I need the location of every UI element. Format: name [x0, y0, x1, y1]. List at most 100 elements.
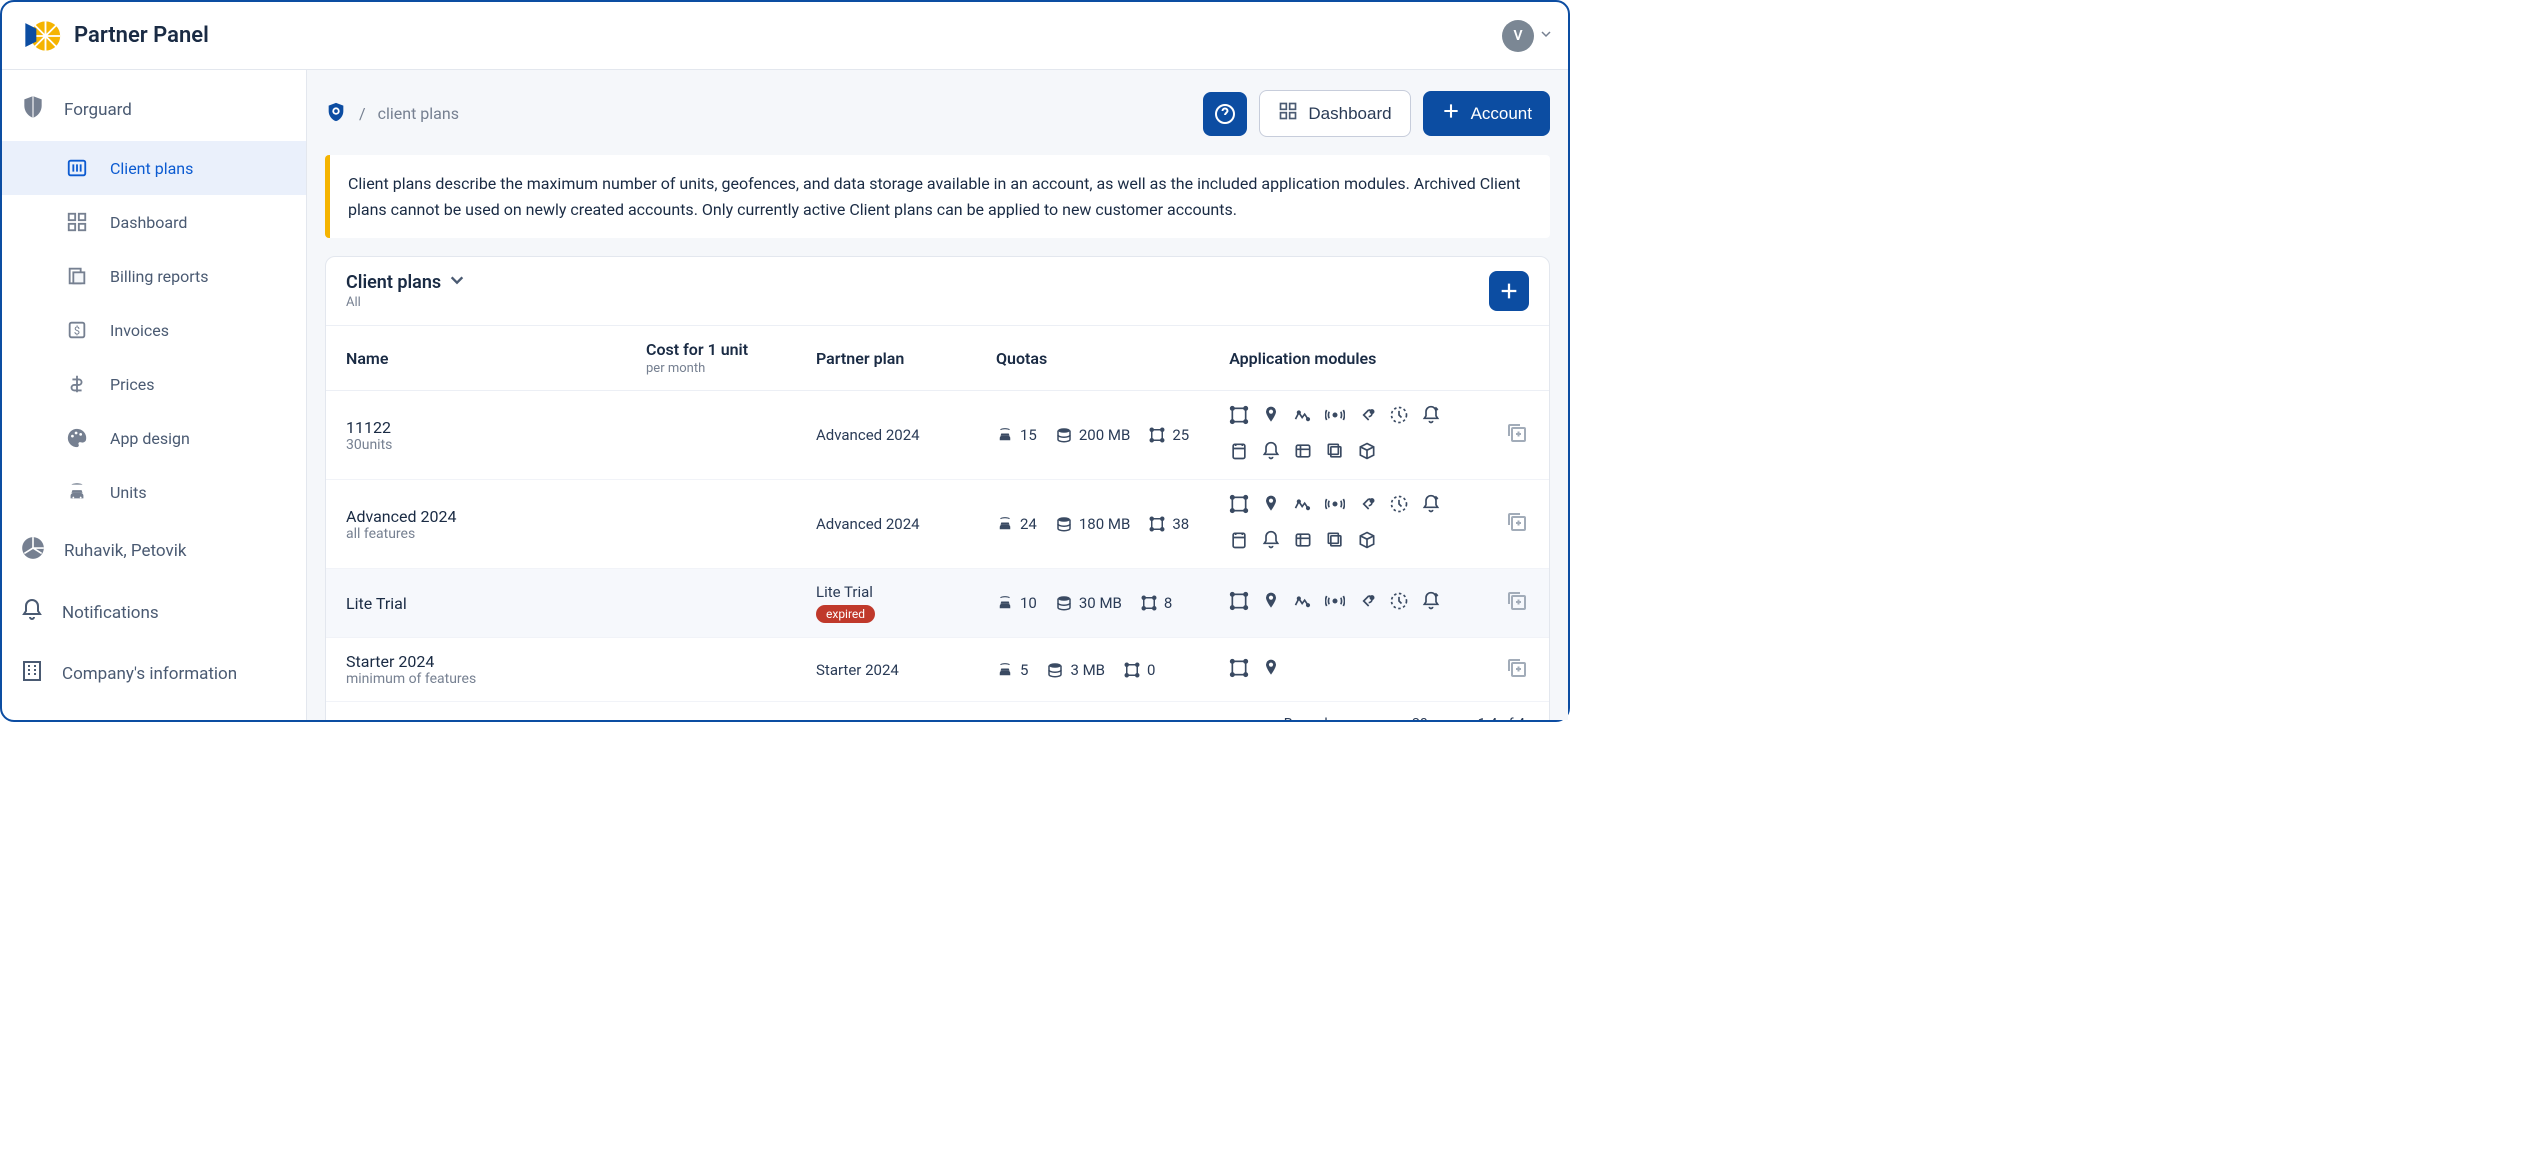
account-menu[interactable]: V — [1502, 20, 1552, 52]
sidebar-group-forguard[interactable]: Forguard — [2, 78, 306, 141]
module-icon — [1421, 405, 1441, 429]
dashboard-icon — [1278, 101, 1298, 126]
module-icon — [1357, 530, 1377, 554]
module-icon — [1229, 658, 1249, 682]
duplicate-button[interactable] — [1505, 520, 1529, 538]
row-name: Lite Trial — [346, 594, 606, 613]
module-icon — [1325, 530, 1345, 554]
module-icon — [1325, 441, 1345, 465]
dashboard-button[interactable]: Dashboard — [1259, 90, 1410, 137]
row-modules — [1209, 391, 1485, 480]
sidebar-item-notifications[interactable]: Notifications — [2, 582, 306, 643]
row-name: Starter 2024minimum of features — [346, 652, 606, 687]
add-plan-button[interactable] — [1489, 271, 1529, 311]
table-row[interactable]: Starter 2024minimum of featuresStarter 2… — [326, 638, 1549, 702]
table-footer: Records per page: 20 1-4 of 4 — [326, 702, 1549, 720]
expired-badge: expired — [816, 605, 875, 623]
module-icon — [1357, 591, 1377, 615]
card-title-block[interactable]: Client plans All — [346, 272, 465, 310]
module-icon — [1261, 658, 1281, 682]
duplicate-button[interactable] — [1505, 666, 1529, 684]
palette-icon — [64, 425, 90, 451]
module-icon — [1357, 494, 1377, 518]
client-plans-card: Client plans All Name Cost — [325, 256, 1550, 720]
quota-storage: 180 MB — [1055, 515, 1130, 533]
module-icon — [1357, 441, 1377, 465]
topbar: Partner Panel V — [2, 2, 1568, 70]
dropdown-icon — [1436, 718, 1448, 720]
row-quotas: 10 30 MB 8 — [976, 569, 1209, 638]
plus-icon — [1441, 101, 1461, 126]
quota-units: 10 — [996, 594, 1037, 612]
row-subtitle: minimum of features — [346, 671, 606, 687]
per-page-selector[interactable]: 20 — [1412, 716, 1448, 720]
col-cost: Cost for 1 unit per month — [626, 326, 796, 391]
breadcrumb-home-icon[interactable] — [325, 101, 347, 127]
quota-geofences: 25 — [1148, 426, 1189, 444]
module-icon — [1261, 441, 1281, 465]
breadcrumb: / client plans — [325, 101, 459, 127]
quota-units: 15 — [996, 426, 1037, 444]
sidebar-item-label: Prices — [110, 375, 155, 394]
sidebar-item-units[interactable]: Units — [2, 465, 306, 519]
quota-units: 5 — [996, 661, 1028, 679]
account-button[interactable]: Account — [1423, 91, 1550, 136]
info-banner: Client plans describe the maximum number… — [325, 155, 1550, 238]
module-icon — [1261, 494, 1281, 518]
dashboard-icon — [64, 209, 90, 235]
row-partner: Advanced 2024 — [796, 480, 976, 569]
shield-icon — [20, 94, 46, 125]
sidebar-item-client-plans[interactable]: Client plans — [2, 141, 306, 195]
sidebar-item-invoices[interactable]: $ Invoices — [2, 303, 306, 357]
main-content: / client plans Dashboard Account — [307, 70, 1568, 720]
sidebar: Forguard Client plans Dashboard Billing … — [2, 70, 307, 720]
module-icon — [1293, 494, 1313, 518]
sidebar-item-company[interactable]: Company's information — [2, 643, 306, 704]
row-partner: Lite Trialexpired — [796, 569, 976, 638]
quota-geofences: 8 — [1140, 594, 1172, 612]
module-icon — [1325, 591, 1345, 615]
row-modules — [1209, 480, 1485, 569]
module-icon — [1325, 405, 1345, 429]
table-row[interactable]: Advanced 2024all featuresAdvanced 2024 2… — [326, 480, 1549, 569]
row-cost — [626, 391, 796, 480]
per-page-label: Records per page: — [1284, 716, 1396, 720]
module-icon — [1293, 530, 1313, 554]
button-label: Dashboard — [1308, 104, 1391, 124]
quota-storage: 200 MB — [1055, 426, 1130, 444]
help-button[interactable] — [1203, 92, 1247, 136]
row-quotas: 5 3 MB 0 — [976, 638, 1209, 702]
table-row[interactable]: Lite Trial Lite Trialexpired 10 30 MB 8 — [326, 569, 1549, 638]
quota-geofences: 0 — [1123, 661, 1155, 679]
duplicate-button[interactable] — [1505, 431, 1529, 449]
sidebar-item-label: Units — [110, 483, 147, 502]
row-quotas: 24 180 MB 38 — [976, 480, 1209, 569]
module-icon — [1421, 591, 1441, 615]
row-modules — [1209, 638, 1485, 702]
module-icon — [1325, 494, 1345, 518]
avatar: V — [1502, 20, 1534, 52]
sidebar-group-label: Ruhavik, Petovik — [64, 541, 186, 561]
table-row[interactable]: 1112230unitsAdvanced 2024 15 200 MB 25 — [326, 391, 1549, 480]
sidebar-item-prices[interactable]: Prices — [2, 357, 306, 411]
breadcrumb-page: client plans — [378, 104, 459, 123]
sidebar-item-label: Company's information — [62, 664, 237, 684]
page-actions: Dashboard Account — [1203, 90, 1550, 137]
sidebar-item-dashboard[interactable]: Dashboard — [2, 195, 306, 249]
row-cost — [626, 569, 796, 638]
row-modules — [1209, 569, 1485, 638]
building-icon — [20, 659, 44, 688]
quota-geofences: 38 — [1148, 515, 1189, 533]
sidebar-item-label: App design — [110, 429, 190, 448]
sidebar-group-ruhavik[interactable]: Ruhavik, Petovik — [2, 519, 306, 582]
prices-icon — [64, 371, 90, 397]
module-icon — [1229, 494, 1249, 518]
module-icon — [1229, 441, 1249, 465]
sidebar-item-billing[interactable]: Billing reports — [2, 249, 306, 303]
quota-storage: 3 MB — [1046, 661, 1105, 679]
module-icon — [1261, 530, 1281, 554]
module-icon — [1229, 591, 1249, 615]
sidebar-item-appdesign[interactable]: App design — [2, 411, 306, 465]
col-partner: Partner plan — [796, 326, 976, 391]
duplicate-button[interactable] — [1505, 599, 1529, 617]
